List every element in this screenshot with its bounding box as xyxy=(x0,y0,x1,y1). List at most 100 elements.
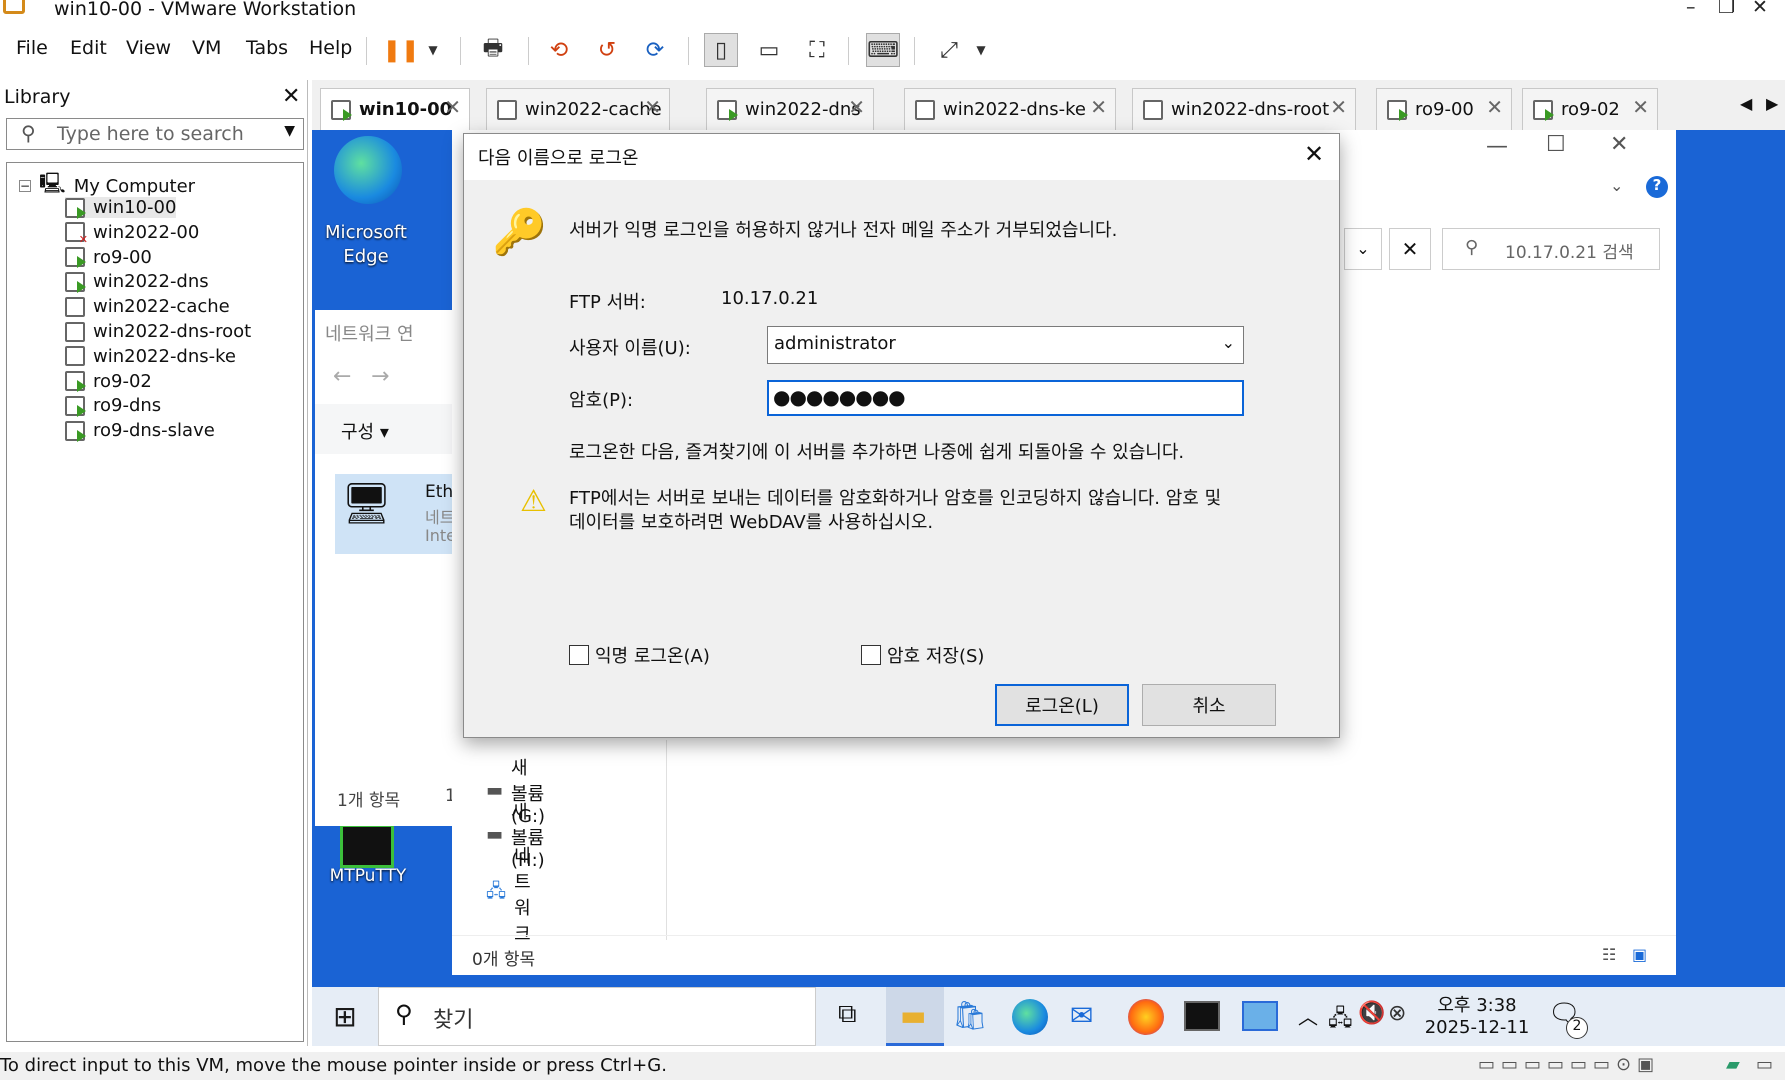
username-dropdown-icon[interactable]: ⌄ xyxy=(1222,333,1235,352)
vm-icon xyxy=(65,371,86,393)
tree-item-win2022-dns-ke[interactable]: win2022-dns-ke xyxy=(65,346,236,367)
explorer-maximize-icon[interactable]: ☐ xyxy=(1546,132,1566,157)
tree-item-win2022-dns-root[interactable]: win2022-dns-root xyxy=(65,321,251,342)
explorer-search-input[interactable]: ⚲ 10.17.0.21 검색 xyxy=(1442,228,1660,270)
menu-tabs[interactable]: Tabs xyxy=(246,37,288,59)
volume-muted-icon[interactable]: 🔇 xyxy=(1358,1001,1385,1026)
edge-icon[interactable] xyxy=(334,136,402,204)
tab-scroll-right-icon[interactable]: ▶ xyxy=(1766,94,1778,113)
search-dropdown-icon[interactable]: ▼ xyxy=(284,123,295,139)
stretch-guest-icon[interactable]: ⤢ xyxy=(932,33,966,67)
login-button[interactable]: 로그온(L) xyxy=(995,684,1129,726)
cmd-icon[interactable] xyxy=(1184,1001,1220,1031)
snapshot-icon[interactable]: ⟲ xyxy=(542,33,576,67)
firefox-icon[interactable] xyxy=(1128,999,1164,1035)
clock-time[interactable]: 오후 3:38 xyxy=(1422,991,1532,1017)
checkbox-box[interactable] xyxy=(861,645,881,665)
tab-win10-00[interactable]: win10-00 ✕ xyxy=(320,88,470,130)
menu-vm[interactable]: VM xyxy=(192,37,221,59)
password-field[interactable]: ●●●●●●●● xyxy=(767,380,1244,416)
notifications-icon[interactable]: ▭ xyxy=(1756,1054,1773,1075)
start-icon[interactable]: ⊞ xyxy=(312,987,378,1046)
thumbnail-bar-icon[interactable]: ▭ xyxy=(752,33,786,67)
tab-win2022-dns-root[interactable]: win2022-dns-root ✕ xyxy=(1132,88,1356,130)
explorer-close-icon[interactable]: ✕ xyxy=(1610,132,1628,157)
tab-close-icon[interactable]: ✕ xyxy=(848,95,865,119)
pause-dropdown-icon[interactable]: ▼ xyxy=(416,33,450,67)
network-settings-icon[interactable] xyxy=(1242,1001,1278,1031)
tree-item-win2022-cache[interactable]: win2022-cache xyxy=(65,296,230,317)
explorer-minimize-icon[interactable]: — xyxy=(1486,134,1508,159)
anonymous-login-label: 익명 로그온(A) xyxy=(595,646,710,667)
send-ctrl-alt-del-icon[interactable]: 🖶 xyxy=(476,33,510,67)
stretch-dropdown-icon[interactable]: ▼ xyxy=(964,33,998,67)
show-hidden-icons-icon[interactable]: ︿ xyxy=(1298,1001,1318,1030)
tab-scroll-left-icon[interactable]: ◀ xyxy=(1740,94,1752,113)
nav-item[interactable]: 🖧 네트워크 xyxy=(486,842,531,946)
notification-badge: 2 xyxy=(1566,1017,1588,1039)
details-view-icon[interactable]: ☷ xyxy=(1602,945,1616,964)
dialog-close-icon[interactable]: ✕ xyxy=(1304,140,1324,168)
library-search-input[interactable]: ⚲ Type here to search ▼ xyxy=(6,118,304,150)
help-icon[interactable]: ? xyxy=(1646,176,1668,198)
tab-close-icon[interactable]: ✕ xyxy=(444,95,461,119)
tree-item-ro9-00[interactable]: ro9-00 xyxy=(65,247,152,269)
tab-win2022-cache[interactable]: win2022-cache ✕ xyxy=(486,88,670,130)
revert-snapshot-icon[interactable]: ↺ xyxy=(590,33,624,67)
task-view-icon[interactable]: ⧉ xyxy=(838,999,857,1030)
back-icon[interactable]: ← xyxy=(333,364,351,389)
checkbox-box[interactable] xyxy=(569,645,589,665)
organize-button[interactable]: 구성 ▾ xyxy=(341,418,389,444)
edge-taskbar-icon[interactable] xyxy=(1012,999,1048,1035)
minimize-button[interactable]: – xyxy=(1686,0,1696,18)
ribbon-expand-icon[interactable]: ⌄ xyxy=(1610,176,1623,195)
taskbar-search-box[interactable]: ⚲ 찾기 xyxy=(378,987,816,1046)
clock-date[interactable]: 2025-12-11 xyxy=(1422,1017,1532,1038)
save-password-checkbox[interactable]: 암호 저장(S) xyxy=(861,642,984,668)
address-clear-icon[interactable]: ✕ xyxy=(1389,228,1431,270)
anonymous-login-checkbox[interactable]: 익명 로그온(A) xyxy=(569,642,710,668)
tree-item-ro9-dns-slave[interactable]: ro9-dns-slave xyxy=(65,420,215,442)
show-library-icon[interactable]: ▯ xyxy=(704,33,738,67)
message-log-icon[interactable]: ▰ xyxy=(1726,1054,1740,1075)
tab-close-icon[interactable]: ✕ xyxy=(644,95,661,119)
tree-item-ro9-02[interactable]: ro9-02 xyxy=(65,371,152,393)
address-dropdown-icon[interactable]: ⌄ xyxy=(1344,228,1382,270)
tab-win2022-dns-ke[interactable]: win2022-dns-ke ✕ xyxy=(904,88,1116,130)
pause-icon[interactable]: ❚❚ xyxy=(383,33,420,67)
tab-close-icon[interactable]: ✕ xyxy=(1632,95,1649,119)
mail-icon[interactable]: ✉ xyxy=(1070,999,1093,1032)
store-icon[interactable]: 🛍 xyxy=(952,999,988,1032)
cancel-button[interactable]: 취소 xyxy=(1142,684,1276,726)
tree-item-win2022-dns[interactable]: win2022-dns xyxy=(65,271,209,293)
tab-close-icon[interactable]: ✕ xyxy=(1090,95,1107,119)
console-view-icon[interactable]: ⌨ xyxy=(866,33,900,67)
tab-close-icon[interactable]: ✕ xyxy=(1330,95,1347,119)
large-icons-view-icon[interactable]: ▣ xyxy=(1632,945,1647,964)
username-combobox[interactable]: administrator ⌄ xyxy=(767,326,1244,364)
menu-help[interactable]: Help xyxy=(309,37,352,59)
menu-edit[interactable]: Edit xyxy=(70,37,107,59)
status-x-icon[interactable]: ⊗ xyxy=(1388,1001,1406,1026)
menu-file[interactable]: File xyxy=(16,37,48,59)
snapshot-manager-icon[interactable]: ⟳ xyxy=(638,33,672,67)
tree-item-win10-00[interactable]: win10-00 xyxy=(65,197,177,219)
collapse-icon[interactable]: − xyxy=(19,179,31,193)
mtputty-icon[interactable] xyxy=(340,824,394,868)
full-screen-icon[interactable]: ⛶ xyxy=(800,33,834,67)
tab-close-icon[interactable]: ✕ xyxy=(1486,95,1503,119)
vm-icon xyxy=(65,321,85,342)
close-button[interactable]: ✕ xyxy=(1752,0,1768,18)
library-close-icon[interactable]: ✕ xyxy=(282,84,300,109)
tab-ro9-00[interactable]: ro9-00 ✕ xyxy=(1376,88,1512,130)
device-status-icons[interactable]: ▭▭▭▭▭▭⊙▣ xyxy=(1478,1054,1660,1075)
tree-item-win2022-00[interactable]: win2022-00 xyxy=(65,222,199,246)
file-explorer-taskbar-icon[interactable]: ▬ xyxy=(886,987,944,1046)
tab-ro9-02[interactable]: ro9-02 ✕ xyxy=(1522,88,1658,130)
menu-view[interactable]: View xyxy=(126,37,171,59)
restore-button[interactable]: ❐ xyxy=(1718,0,1735,18)
tree-item-ro9-dns[interactable]: ro9-dns xyxy=(65,395,161,417)
tab-win2022-dns[interactable]: win2022-dns ✕ xyxy=(706,88,874,130)
network-status-icon[interactable]: 🖧 xyxy=(1328,1001,1353,1039)
forward-icon[interactable]: → xyxy=(371,364,389,389)
